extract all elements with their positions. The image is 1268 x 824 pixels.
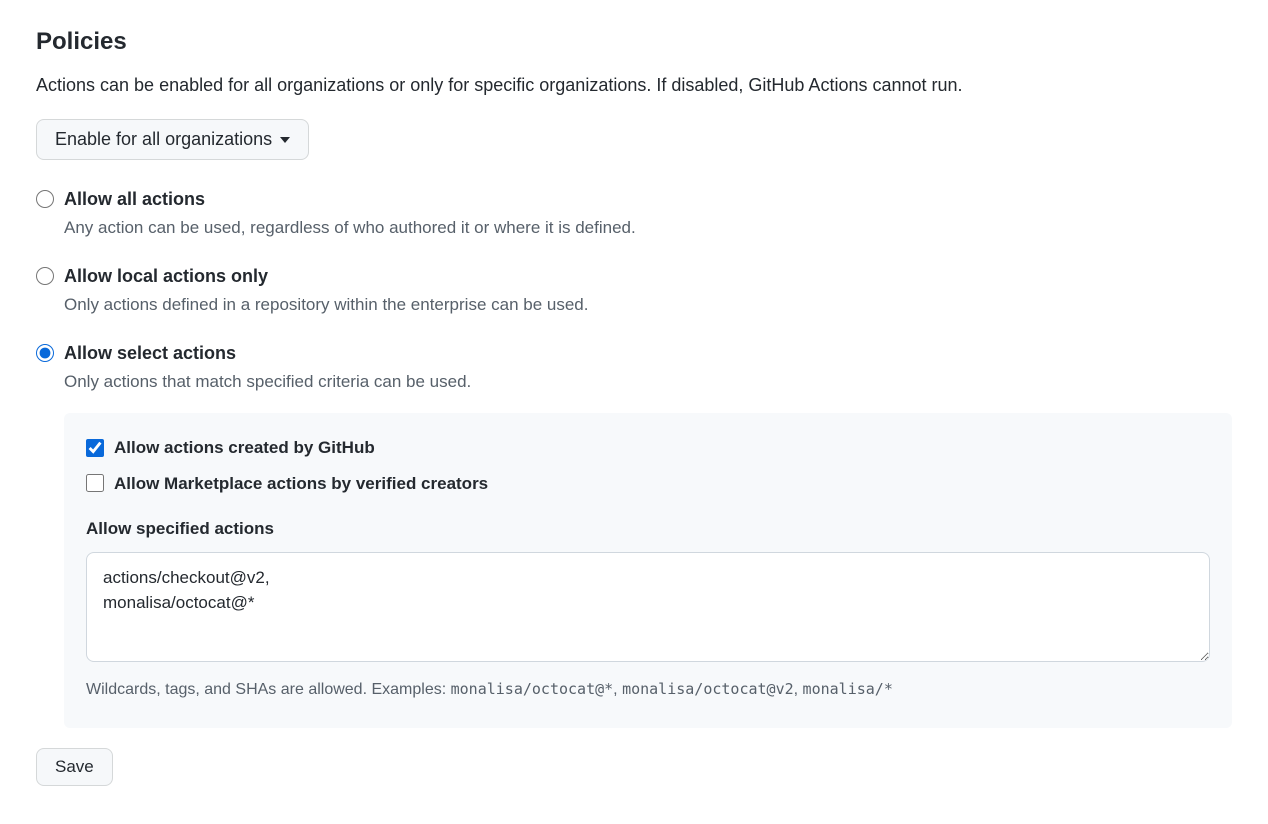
allow-all-radio[interactable] (36, 190, 54, 208)
allow-github-actions-row: Allow actions created by GitHub (86, 435, 1210, 461)
allow-all-desc: Any action can be used, regardless of wh… (64, 218, 636, 237)
allow-select-label: Allow select actions (64, 340, 1232, 367)
allow-marketplace-label: Allow Marketplace actions by verified cr… (114, 471, 488, 497)
hint-sep-2: , (794, 681, 803, 698)
allow-local-label: Allow local actions only (64, 263, 1232, 290)
specified-actions-textarea[interactable] (86, 552, 1210, 662)
allow-github-actions-label: Allow actions created by GitHub (114, 435, 375, 461)
select-actions-panel: Allow actions created by GitHub Allow Ma… (64, 413, 1232, 728)
allow-marketplace-row: Allow Marketplace actions by verified cr… (86, 471, 1210, 497)
caret-down-icon (280, 137, 290, 143)
hint-example-2: monalisa/octocat@v2 (622, 680, 794, 698)
allow-local-desc: Only actions defined in a repository wit… (64, 295, 588, 314)
dropdown-label: Enable for all organizations (55, 129, 272, 150)
allow-github-actions-checkbox[interactable] (86, 439, 104, 457)
save-button[interactable]: Save (36, 748, 113, 786)
allow-local-radio[interactable] (36, 267, 54, 285)
allow-all-option: Allow all actions Any action can be used… (36, 186, 1232, 241)
allow-select-radio[interactable] (36, 344, 54, 362)
hint-prefix: Wildcards, tags, and SHAs are allowed. E… (86, 681, 451, 698)
hint-example-1: monalisa/octocat@* (451, 680, 614, 698)
enable-scope-dropdown[interactable]: Enable for all organizations (36, 119, 309, 160)
hint-example-3: monalisa/* (803, 680, 893, 698)
allow-local-option: Allow local actions only Only actions de… (36, 263, 1232, 318)
allow-select-desc: Only actions that match specified criter… (64, 372, 471, 391)
allow-marketplace-checkbox[interactable] (86, 474, 104, 492)
policies-description: Actions can be enabled for all organizat… (36, 72, 1232, 99)
allow-all-label: Allow all actions (64, 186, 1232, 213)
actions-policy-radio-group: Allow all actions Any action can be used… (36, 186, 1232, 395)
specified-actions-hint: Wildcards, tags, and SHAs are allowed. E… (86, 678, 1210, 702)
specified-actions-label: Allow specified actions (86, 516, 1210, 542)
page-title: Policies (36, 24, 1232, 60)
hint-sep-1: , (613, 681, 622, 698)
allow-select-option: Allow select actions Only actions that m… (36, 340, 1232, 395)
